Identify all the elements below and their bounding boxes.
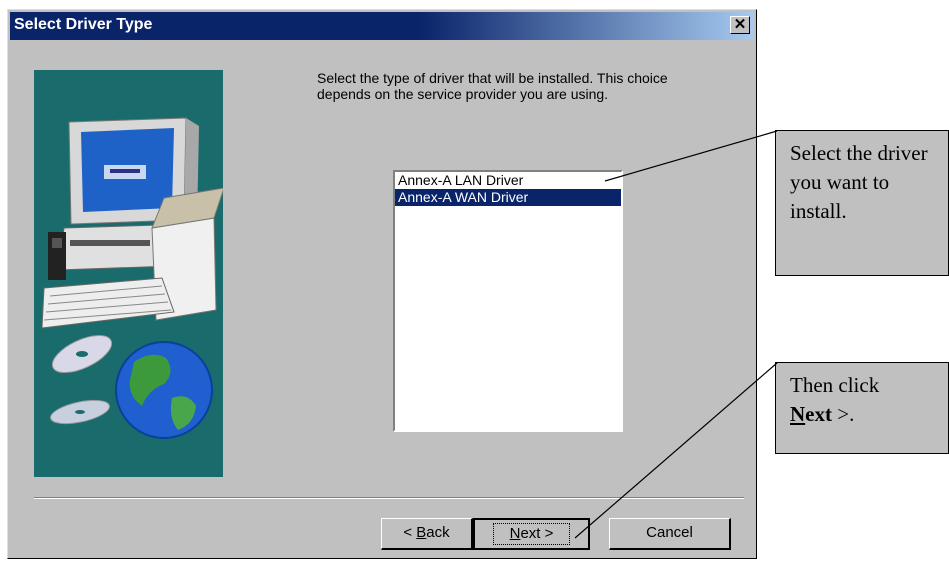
callout-leader-lines <box>574 130 778 539</box>
leader-line-select <box>604 130 778 182</box>
leader-line-next <box>574 362 778 539</box>
